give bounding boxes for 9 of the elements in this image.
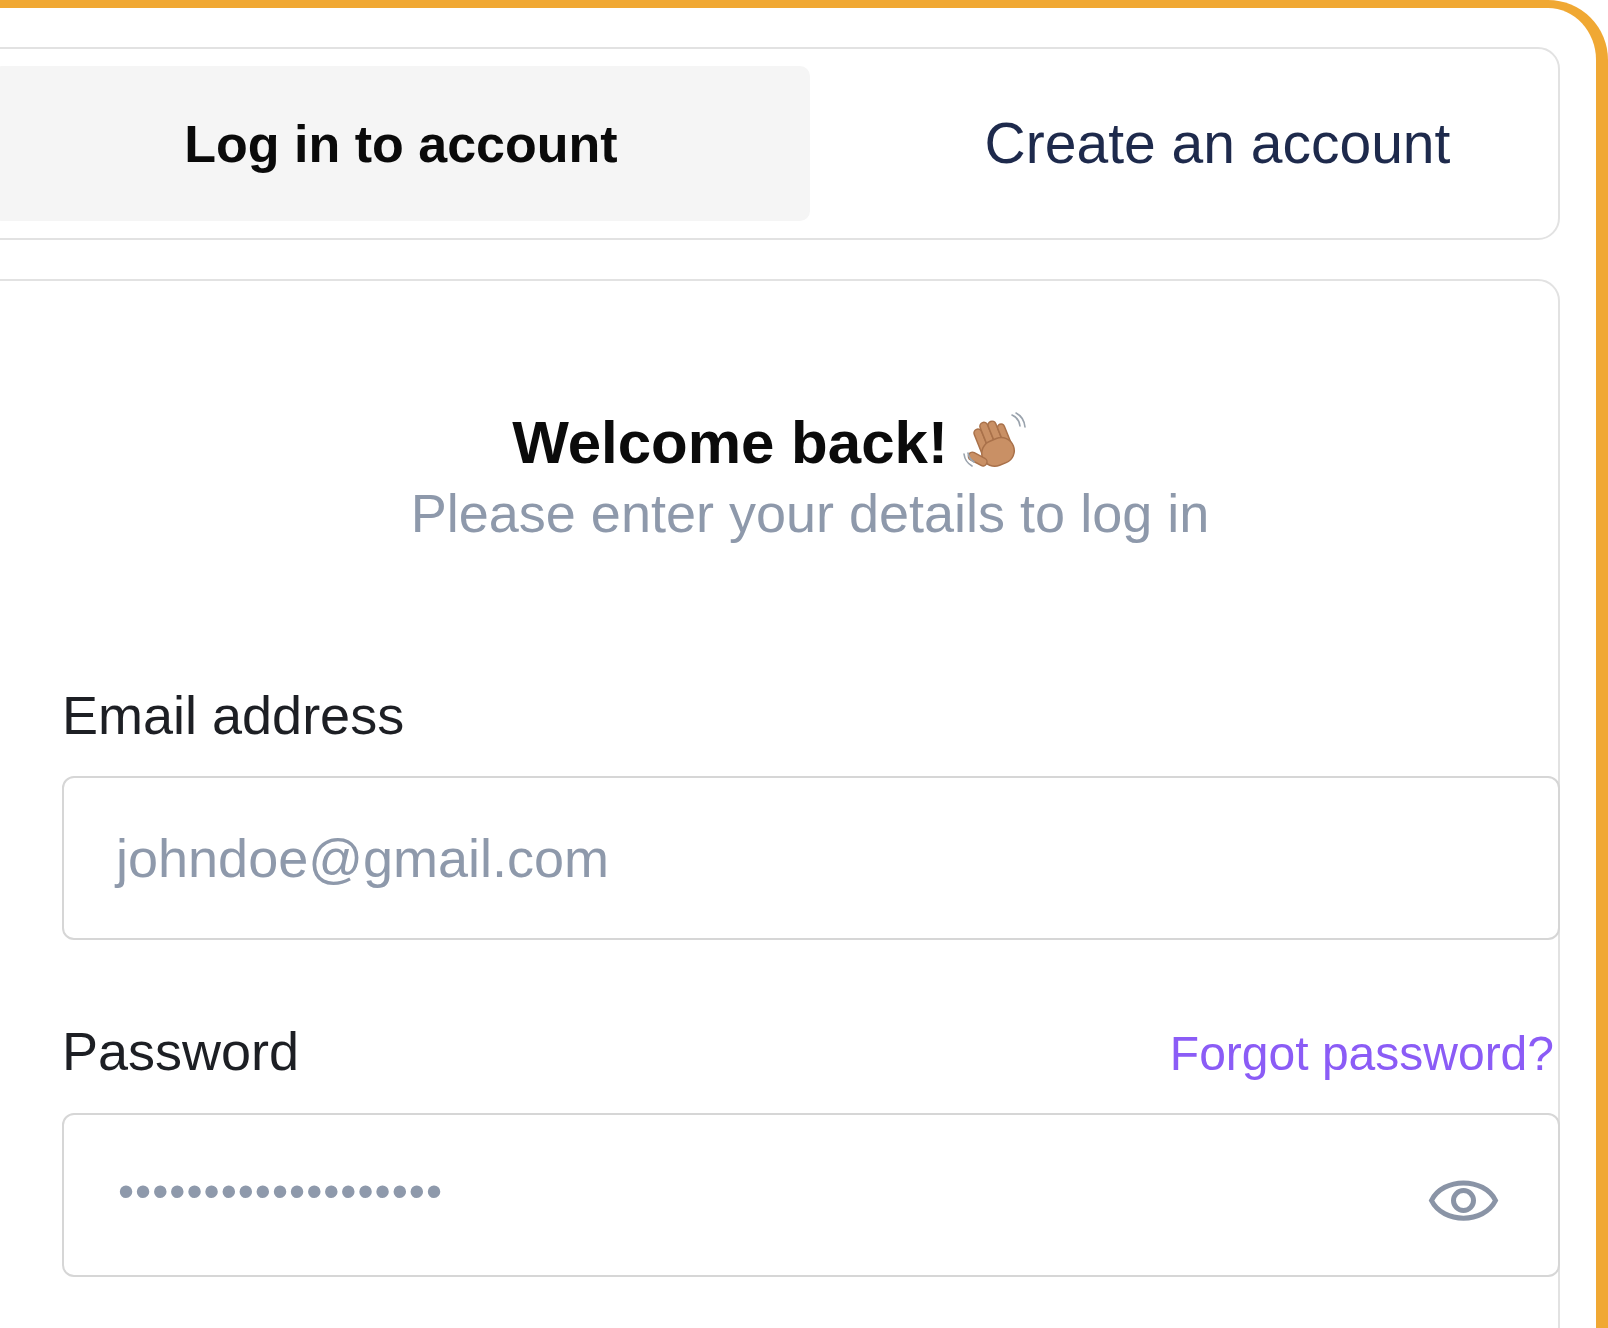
email-field[interactable]: johndoe@gmail.com [62,776,1560,940]
forgot-password-link[interactable]: Forgot password? [1169,1021,1554,1086]
tab[interactable]: Create an account [810,66,1541,221]
tab[interactable]: Log in to account [0,66,810,221]
subtitle: Please enter your details to log in [410,482,1210,545]
password-field[interactable]: ••••••••••••••••••• [62,1113,1560,1277]
password-label: Password [62,1020,300,1083]
welcome-title: Welcome back! [512,408,948,478]
email-label: Email address [62,684,405,747]
